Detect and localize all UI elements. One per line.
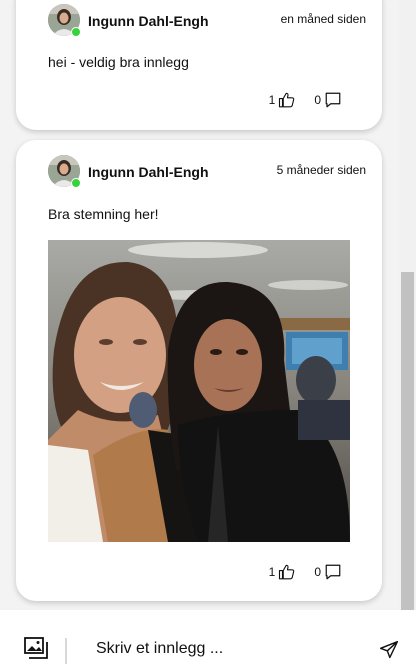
comment-count: 0 — [314, 565, 321, 579]
send-icon — [379, 640, 399, 659]
selfie-photo — [48, 240, 350, 542]
thumbs-up-icon — [279, 564, 295, 580]
thumbs-up-icon — [279, 92, 295, 108]
online-status-dot — [71, 27, 81, 37]
image-gallery-icon — [24, 637, 48, 659]
comment-count: 0 — [314, 93, 321, 107]
image-gallery-button[interactable] — [24, 637, 48, 664]
post-header: Ingunn Dahl-Engh en måned siden — [48, 4, 366, 38]
post-actions: 1 0 — [251, 90, 342, 110]
comment-button[interactable]: 0 — [314, 563, 342, 581]
like-button[interactable]: 1 — [269, 563, 297, 581]
composer-divider — [65, 638, 67, 664]
like-button[interactable]: 1 — [269, 91, 297, 109]
post-author[interactable]: Ingunn Dahl-Engh — [88, 164, 209, 180]
post-author[interactable]: Ingunn Dahl-Engh — [88, 13, 209, 29]
comment-bubble-icon — [325, 92, 341, 108]
post-card: Ingunn Dahl-Engh 5 måneder siden Bra ste… — [16, 140, 382, 601]
post-feed[interactable]: Ingunn Dahl-Engh en måned siden hei - ve… — [0, 0, 399, 610]
post-composer — [0, 610, 416, 666]
post-photo[interactable] — [48, 240, 350, 542]
comment-button[interactable]: 0 — [314, 91, 342, 109]
like-count: 1 — [268, 565, 276, 579]
feed-scrollbar[interactable] — [399, 0, 416, 610]
post-timestamp: en måned siden — [280, 12, 366, 26]
like-count: 1 — [268, 93, 276, 107]
post-timestamp: 5 måneder siden — [276, 163, 366, 177]
post-text: Bra stemning her! — [48, 206, 159, 222]
post-card: Ingunn Dahl-Engh en måned siden hei - ve… — [16, 0, 382, 130]
post-actions: 1 0 — [251, 562, 342, 582]
comment-bubble-icon — [325, 564, 341, 580]
post-header: Ingunn Dahl-Engh 5 måneder siden — [48, 155, 366, 189]
send-button[interactable] — [379, 640, 399, 665]
online-status-dot — [71, 178, 81, 188]
scrollbar-thumb[interactable] — [401, 272, 414, 610]
post-input[interactable] — [96, 640, 366, 658]
post-text: hei - veldig bra innlegg — [48, 54, 189, 70]
